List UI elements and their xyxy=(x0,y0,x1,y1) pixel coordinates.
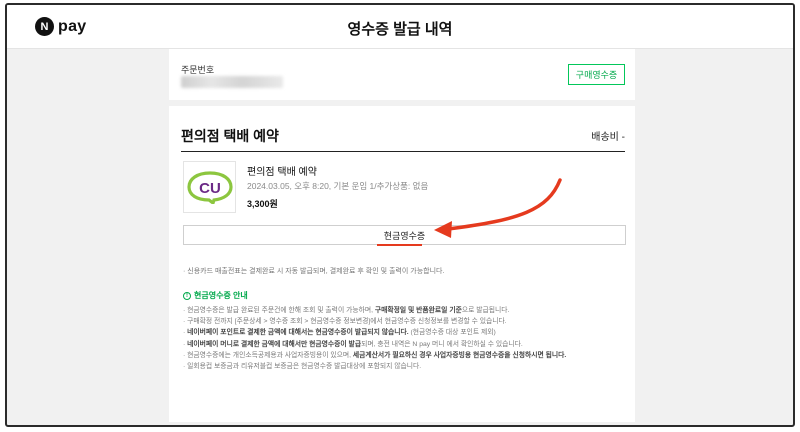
cu-logo-thumbnail: CU xyxy=(183,161,236,213)
receipt-card: 편의점 택배 예약 배송비 - CU 편의점 택배 예약 2024.03.05,… xyxy=(169,106,635,422)
guide-item: · 네이버페이 포인트로 결제한 금액에 대해서는 현금영수증이 발급되지 않습… xyxy=(183,327,627,338)
guide-item-text: · 현금영수증에는 개인소득공제용과 사업자증빙용이 있으며, xyxy=(183,351,353,359)
guide-item: · 현금영수증은 발급 완료된 주문건에 한해 조회 및 출력이 가능하며, 구… xyxy=(183,305,627,316)
guide-item-bold: 네이버페이 포인트로 결제한 금액에 대해서는 현금영수증이 발급되지 않습니다… xyxy=(187,329,409,337)
card-receipt-note: · 신용카드 매출전표는 결제완료 시 자동 발급되며, 결제완료 후 확인 및… xyxy=(183,268,445,275)
guide-item-text: (현금영수증 대상 포인트 제외) xyxy=(408,329,496,337)
item-name: 편의점 택배 예약 xyxy=(247,167,317,178)
guide-item-bold: 세금계산서가 필요하신 경우 사업자증빙용 현금영수증을 신청하시면 됩니다. xyxy=(352,351,567,359)
shipping-fee: 배송비 - xyxy=(591,132,625,143)
page-title: 영수증 발급 내역 xyxy=(347,21,453,38)
section-title: 편의점 택배 예약 xyxy=(181,128,279,144)
guide-item-text: · 일회용컵 보증금과 리유저블컵 보증금은 현금영수증 발급대상에 포함되지 … xyxy=(183,363,422,371)
item-detail: 2024.03.05, 오후 8:20, 기본 운임 1/추가상품: 없음 xyxy=(247,181,429,191)
guide-item: · 네이버페이 머니로 결제한 금액에 대해서만 현금영수증이 발급되며, 충전… xyxy=(183,339,627,350)
info-icon: ! xyxy=(183,291,191,300)
guide-item-bold: 네이버페이 머니로 결제한 금액에 대해서만 현금영수증이 발급 xyxy=(187,340,362,348)
order-number-blurred xyxy=(181,76,283,88)
guide-list: · 현금영수증은 발급 완료된 주문건에 한해 조회 및 출력이 가능하며, 구… xyxy=(183,305,627,372)
purchase-receipt-button[interactable]: 구매영수증 xyxy=(568,64,625,85)
cu-logo-icon: CU xyxy=(186,171,233,204)
section-divider xyxy=(181,151,625,152)
guide-item: · 일회용컵 보증금과 리유저블컵 보증금은 현금영수증 발급대상에 포함되지 … xyxy=(183,361,627,372)
annotation-underline xyxy=(377,244,422,246)
guide-item-text: 되며, 충전 내역은 N pay 머니 에서 확인하실 수 있습니다. xyxy=(361,340,523,348)
guide-item-text: 으로 발급됩니다. xyxy=(461,307,510,314)
cash-receipt-guide-title: ! 현금영수증 안내 xyxy=(183,290,248,301)
order-card: 주문번호 구매영수증 xyxy=(169,49,635,100)
guide-item: · 구매확정 전까지 [주문상세 > 영수증 조회 > 현금영수증 정보변경]에… xyxy=(183,316,627,327)
cash-receipt-button[interactable]: 현금영수증 xyxy=(183,225,626,245)
guide-item-bold: 구매확정일 및 반품완료일 기준 xyxy=(374,307,462,314)
guide-item: · 현금영수증에는 개인소득공제용과 사업자증빙용이 있으며, 세금계산서가 필… xyxy=(183,350,627,361)
item-price: 3,300원 xyxy=(247,199,278,209)
browser-frame: N pay 영수증 발급 내역 주문번호 구매영수증 편의점 택배 예약 배송비… xyxy=(5,3,795,427)
guide-title-text: 현금영수증 안내 xyxy=(194,291,248,300)
top-bar: N pay 영수증 발급 내역 xyxy=(7,5,793,49)
guide-item-text: · 구매확정 전까지 [주문상세 > 영수증 조회 > 현금영수증 정보변경]에… xyxy=(183,318,507,326)
guide-item-text: · 현금영수증은 발급 완료된 주문건에 한해 조회 및 출력이 가능하며, xyxy=(183,307,375,314)
cu-logo-text: CU xyxy=(199,180,221,197)
order-number-label: 주문번호 xyxy=(181,65,215,75)
